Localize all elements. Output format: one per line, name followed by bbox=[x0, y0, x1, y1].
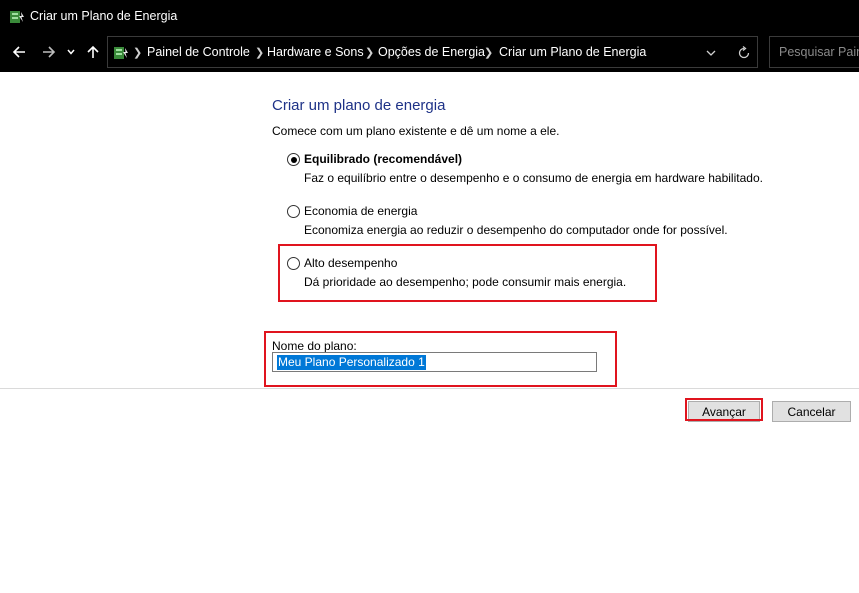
breadcrumb-separator-icon: ❯ bbox=[365, 47, 375, 59]
search-input[interactable] bbox=[770, 37, 859, 67]
search-box[interactable] bbox=[769, 36, 859, 68]
footer-divider bbox=[0, 388, 859, 389]
breadcrumb-separator-icon: ❯ bbox=[255, 47, 265, 59]
window-title: Criar um Plano de Energia bbox=[30, 9, 178, 23]
breadcrumb-separator-icon: ❯ bbox=[133, 47, 143, 59]
option-label[interactable]: Equilibrado (recomendável) bbox=[304, 152, 462, 166]
chevron-down-icon[interactable] bbox=[64, 42, 78, 62]
title-bar: Criar um Plano de Energia bbox=[0, 0, 859, 34]
navigation-bar: ❯ Painel de Controle ❯ Hardware e Sons ❯… bbox=[0, 34, 859, 72]
address-dropdown-icon[interactable] bbox=[704, 46, 718, 60]
option-description: Economiza energia ao reduzir o desempenh… bbox=[304, 223, 728, 237]
control-panel-icon bbox=[112, 44, 130, 62]
intro-text: Comece com um plano existente e dê um no… bbox=[272, 124, 560, 138]
address-bar[interactable]: ❯ Painel de Controle ❯ Hardware e Sons ❯… bbox=[107, 36, 758, 68]
breadcrumb-painel-de-controle[interactable]: Painel de Controle bbox=[147, 45, 250, 59]
option-label[interactable]: Economia de energia bbox=[304, 204, 417, 218]
arrow-left-icon[interactable] bbox=[9, 42, 29, 62]
highlight-box-plan-name bbox=[264, 331, 617, 387]
plan-option-equilibrado[interactable]: Equilibrado (recomendável) Faz o equilíb… bbox=[287, 152, 767, 192]
cancel-button[interactable]: Cancelar bbox=[772, 401, 851, 422]
refresh-icon[interactable] bbox=[736, 45, 752, 61]
breadcrumb-opcoes-de-energia[interactable]: Opções de Energia bbox=[378, 45, 485, 59]
arrow-up-icon[interactable] bbox=[83, 42, 103, 62]
arrow-right-icon[interactable] bbox=[39, 42, 59, 62]
option-description: Faz o equilíbrio entre o desempenho e o … bbox=[304, 171, 763, 185]
page-heading: Criar um plano de energia bbox=[272, 97, 446, 114]
breadcrumb-hardware-e-sons[interactable]: Hardware e Sons bbox=[267, 45, 364, 59]
highlight-box-alto-desempenho bbox=[278, 244, 657, 302]
breadcrumb-criar-plano[interactable]: Criar um Plano de Energia bbox=[499, 45, 646, 59]
plan-option-economia[interactable]: Economia de energia Economiza energia ao… bbox=[287, 204, 767, 244]
breadcrumb-separator-icon: ❯ bbox=[484, 47, 494, 59]
radio-economia[interactable] bbox=[287, 205, 300, 218]
radio-equilibrado[interactable] bbox=[287, 153, 300, 166]
highlight-box-next bbox=[685, 398, 763, 421]
power-options-icon bbox=[8, 8, 26, 26]
